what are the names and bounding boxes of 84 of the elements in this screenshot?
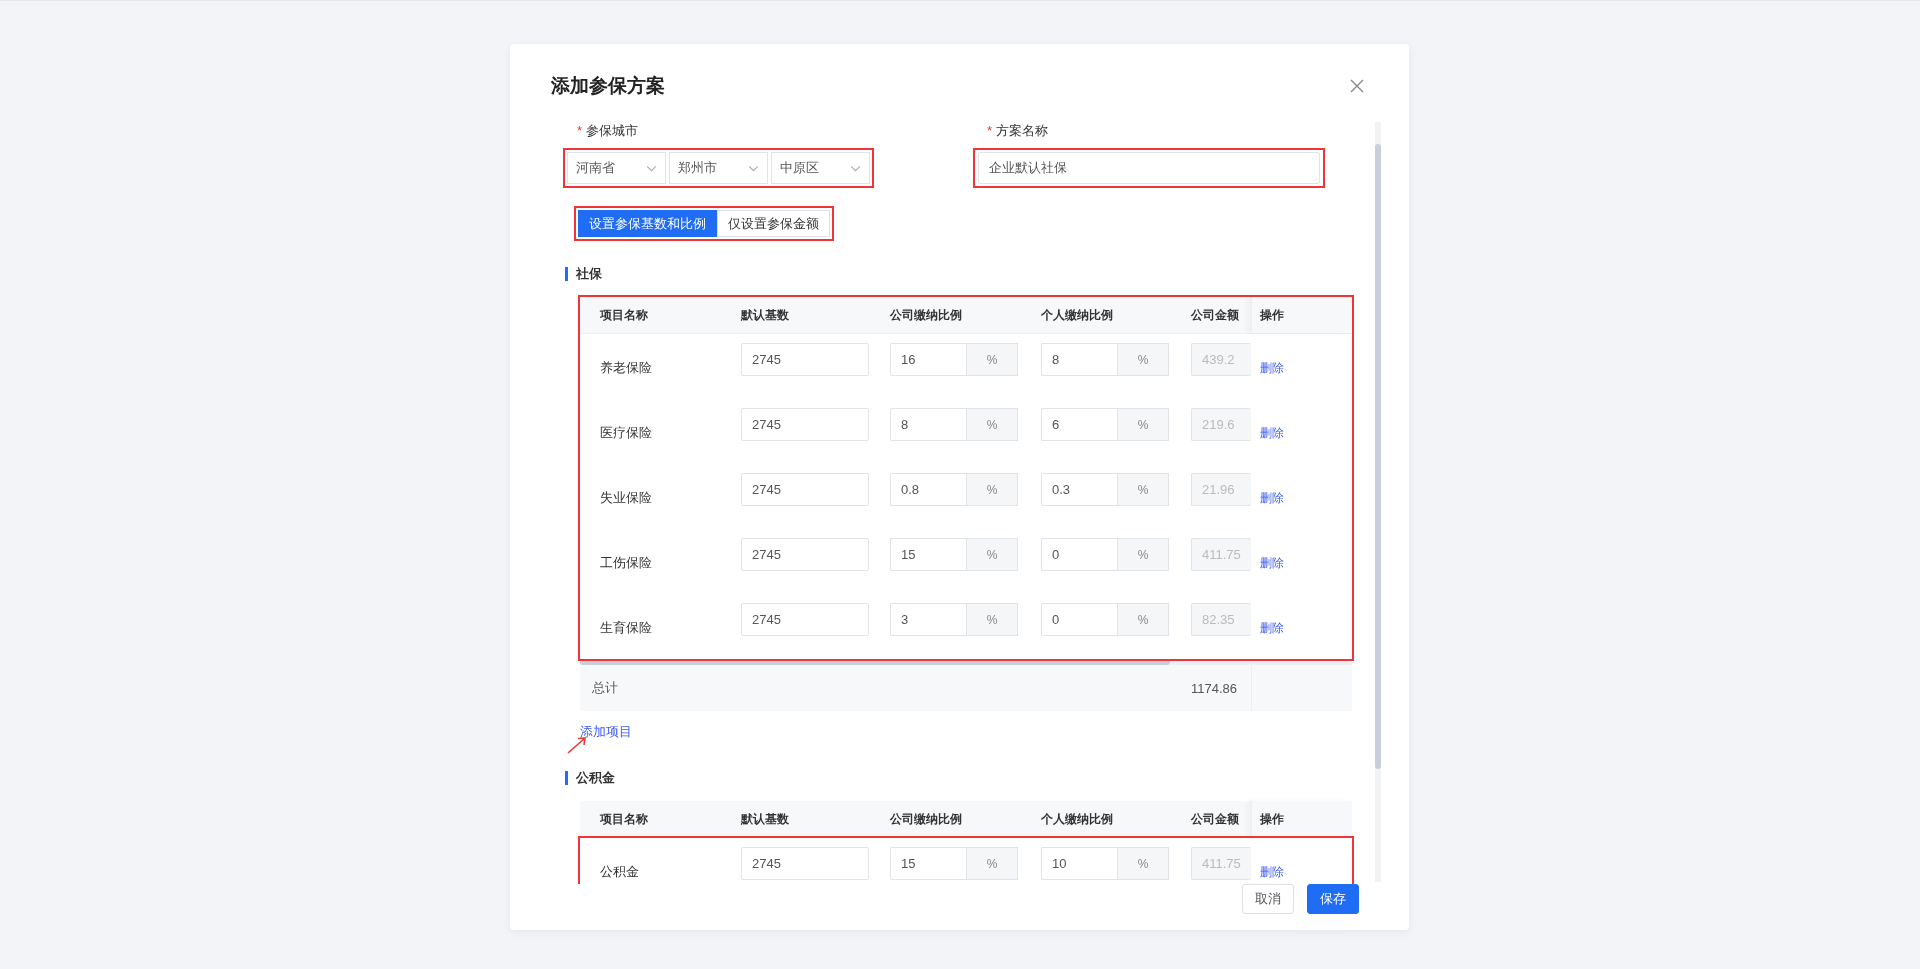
delete-link[interactable]: 删除 — [1260, 620, 1284, 637]
table-cell-text: 失业保险 — [599, 489, 653, 507]
delete-link[interactable]: 删除 — [1260, 864, 1284, 881]
section-title: 社保 — [565, 267, 1339, 281]
amount-field: 219.6 — [1191, 408, 1251, 441]
select-field[interactable]: 郑州市 — [669, 152, 768, 184]
column-header: 操作 — [1251, 801, 1352, 837]
unit-label: % — [1117, 473, 1169, 506]
rate-field[interactable]: 0.8 — [890, 473, 966, 506]
chevron-down-icon — [646, 164, 657, 172]
unit-label: % — [966, 538, 1018, 571]
unit-label: % — [966, 847, 1018, 880]
rate-field[interactable]: 15 — [890, 847, 966, 880]
mode-tab[interactable]: 设置参保基数和比例 — [578, 210, 717, 237]
unit-label: % — [1117, 603, 1169, 636]
base-field[interactable]: 2745 — [741, 343, 869, 376]
column-header: 默认基数 — [741, 306, 790, 324]
select-field[interactable]: 中原区 — [771, 152, 870, 184]
unit-label: % — [966, 603, 1018, 636]
unit-label: % — [966, 473, 1018, 506]
amount-field: 82.35 — [1191, 603, 1251, 636]
base-field[interactable]: 2745 — [741, 538, 869, 571]
base-field[interactable]: 2745 — [741, 473, 869, 506]
horizontal-scrollbar[interactable] — [580, 659, 1352, 665]
unit-label: % — [966, 408, 1018, 441]
table-cell-text: 工伤保险 — [599, 554, 653, 572]
base-field[interactable]: 2745 — [741, 847, 869, 880]
rate-field[interactable]: 15 — [890, 538, 966, 571]
amount-field: 439.2 — [1191, 343, 1251, 376]
delete-link[interactable]: 删除 — [1260, 360, 1284, 377]
unit-label: % — [1117, 847, 1169, 880]
chevron-down-icon — [850, 164, 861, 172]
table-cell-text: 生育保险 — [599, 619, 653, 637]
delete-link[interactable]: 删除 — [1260, 490, 1284, 507]
column-header: 个人缴纳比例 — [1041, 306, 1114, 324]
table-cell-text: 公积金 — [599, 863, 640, 881]
amount-field: 411.75 — [1191, 538, 1251, 571]
unit-label: % — [1117, 408, 1169, 441]
unit-label: % — [1117, 538, 1169, 571]
close-icon[interactable] — [1349, 78, 1365, 94]
unit-label: % — [1117, 343, 1169, 376]
dialog-title: 添加参保方案 — [551, 74, 665, 98]
add-item-link[interactable]: 添加项目 — [580, 724, 632, 739]
column-header: 公司缴纳比例 — [890, 810, 963, 828]
vertical-scrollbar[interactable] — [1375, 122, 1381, 882]
rate-field[interactable]: 10 — [1041, 847, 1117, 880]
footer-button[interactable]: 保存 — [1307, 884, 1359, 914]
rate-field[interactable]: 3 — [890, 603, 966, 636]
column-header: 个人缴纳比例 — [1041, 810, 1114, 828]
rate-field[interactable]: 0.3 — [1041, 473, 1117, 506]
chevron-down-icon — [748, 164, 759, 172]
amount-field: 21.96 — [1191, 473, 1251, 506]
column-header: 项目名称 — [599, 306, 649, 324]
total-label: 总计 — [591, 679, 619, 697]
section-title: 公积金 — [565, 771, 1339, 785]
rate-field[interactable]: 16 — [890, 343, 966, 376]
base-field[interactable]: 2745 — [741, 408, 869, 441]
amount-field: 411.75 — [1191, 847, 1251, 880]
rate-field[interactable]: 8 — [890, 408, 966, 441]
column-header: 操作 — [1251, 297, 1352, 333]
required-mark: * — [577, 123, 583, 138]
field-label: * 方案名称 — [986, 122, 1050, 140]
unit-label: % — [966, 343, 1018, 376]
plan-name-field[interactable]: 企业默认社保 — [978, 152, 1320, 184]
rate-field[interactable]: 0 — [1041, 603, 1117, 636]
select-field[interactable]: 河南省 — [567, 152, 666, 184]
rate-field[interactable]: 6 — [1041, 408, 1117, 441]
delete-link[interactable]: 删除 — [1260, 425, 1284, 442]
column-header: 公司金额 — [1191, 810, 1240, 828]
field-label: * 参保城市 — [576, 122, 640, 140]
column-header: 项目名称 — [599, 810, 649, 828]
base-field[interactable]: 2745 — [741, 603, 869, 636]
table-cell-text: 养老保险 — [599, 359, 653, 377]
footer-button[interactable]: 取消 — [1242, 884, 1294, 914]
column-header: 默认基数 — [741, 810, 790, 828]
column-header: 公司缴纳比例 — [890, 306, 963, 324]
total-amount: 1174.86 — [1191, 680, 1239, 696]
rate-field[interactable]: 8 — [1041, 343, 1117, 376]
table-cell-text: 医疗保险 — [599, 424, 653, 442]
required-mark: * — [987, 123, 993, 138]
rate-field[interactable]: 0 — [1041, 538, 1117, 571]
delete-link[interactable]: 删除 — [1260, 555, 1284, 572]
mode-tab[interactable]: 仅设置参保金额 — [717, 210, 830, 237]
column-header: 公司金额 — [1191, 306, 1240, 324]
